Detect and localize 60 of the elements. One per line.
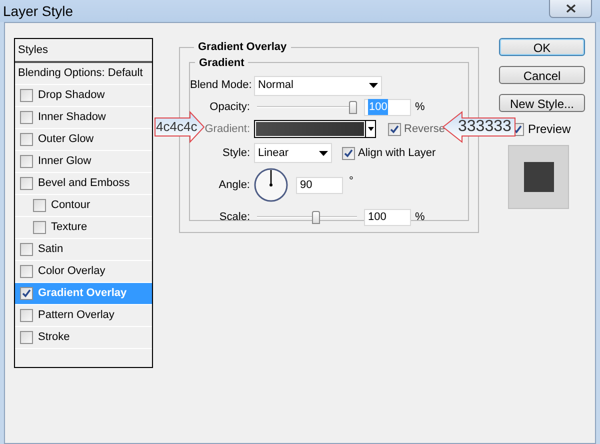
style-list-item[interactable]: Outer Glow bbox=[15, 129, 152, 151]
field-label: Angle: bbox=[218, 178, 250, 193]
angle-field[interactable]: 90 bbox=[296, 176, 343, 194]
window-title: Layer Style bbox=[3, 2, 74, 21]
close-button[interactable] bbox=[549, 0, 592, 18]
checkbox[interactable] bbox=[20, 331, 33, 344]
slider-thumb[interactable] bbox=[349, 101, 357, 114]
checkbox[interactable] bbox=[20, 243, 33, 256]
caret-icon bbox=[369, 83, 378, 88]
checkbox[interactable] bbox=[33, 199, 46, 212]
checkbox[interactable] bbox=[20, 177, 33, 190]
style-list-item[interactable]: Inner Glow bbox=[15, 151, 152, 173]
style-list-item[interactable]: Texture bbox=[15, 217, 152, 239]
checkbox[interactable] bbox=[20, 265, 33, 278]
dialog-button[interactable]: New Style... bbox=[499, 94, 585, 112]
opacity-slider[interactable] bbox=[257, 101, 357, 113]
field-label: Blend Mode: bbox=[190, 78, 250, 94]
style-list-item[interactable]: Inner Shadow bbox=[15, 107, 152, 129]
checkbox-label: Align with Layer bbox=[358, 146, 436, 161]
dialog-button[interactable]: OK bbox=[499, 38, 585, 56]
style-list-item[interactable]: Blending Options: Default bbox=[15, 63, 152, 85]
close-icon bbox=[566, 4, 576, 13]
style-list-item[interactable]: Drop Shadow bbox=[15, 85, 152, 107]
group-title: Gradient bbox=[198, 56, 246, 70]
caret-icon bbox=[319, 150, 328, 156]
panel-header: Styles bbox=[15, 39, 152, 63]
checkbox[interactable] bbox=[20, 133, 33, 146]
style-list-item[interactable]: Satin bbox=[15, 239, 152, 261]
style-dropdown[interactable]: Linear bbox=[254, 143, 332, 163]
dialog-button[interactable]: Cancel bbox=[499, 66, 585, 84]
preview-swatch bbox=[524, 162, 554, 192]
style-list-item[interactable]: Stroke bbox=[15, 327, 152, 349]
field-label: Style: bbox=[221, 146, 250, 161]
angle-dial[interactable] bbox=[254, 168, 288, 202]
gradient-picker[interactable] bbox=[254, 120, 376, 138]
checkbox[interactable] bbox=[33, 221, 46, 234]
style-list-item[interactable]: Contour bbox=[15, 195, 152, 217]
section-title: Gradient Overlay bbox=[197, 40, 288, 55]
scale-slider[interactable] bbox=[257, 211, 357, 223]
style-list-item[interactable]: Bevel and Emboss bbox=[15, 173, 152, 195]
unit-label: ° bbox=[349, 174, 354, 189]
blend-mode-dropdown[interactable]: Normal bbox=[254, 76, 382, 96]
checkbox[interactable] bbox=[20, 309, 33, 322]
checkbox-label: Reverse bbox=[404, 122, 445, 137]
unit-label: % bbox=[415, 100, 425, 115]
style-list-item[interactable]: Pattern Overlay bbox=[15, 305, 152, 327]
caret-icon bbox=[368, 127, 374, 131]
checkbox[interactable] bbox=[342, 146, 355, 160]
unit-label: % bbox=[415, 210, 425, 225]
checkbox[interactable] bbox=[20, 155, 33, 168]
field-label: Scale: bbox=[218, 210, 250, 225]
checkbox-label: Preview bbox=[528, 121, 571, 138]
callout-tooltip: 4c4c4c bbox=[154, 111, 205, 143]
checkbox[interactable] bbox=[20, 111, 33, 124]
slider-thumb[interactable] bbox=[312, 211, 320, 224]
checkbox[interactable] bbox=[20, 287, 33, 300]
checkbox[interactable] bbox=[388, 122, 401, 136]
field-label: Opacity: bbox=[208, 100, 250, 115]
checkbox[interactable] bbox=[20, 89, 33, 102]
scale-field[interactable]: 100 bbox=[364, 208, 411, 226]
